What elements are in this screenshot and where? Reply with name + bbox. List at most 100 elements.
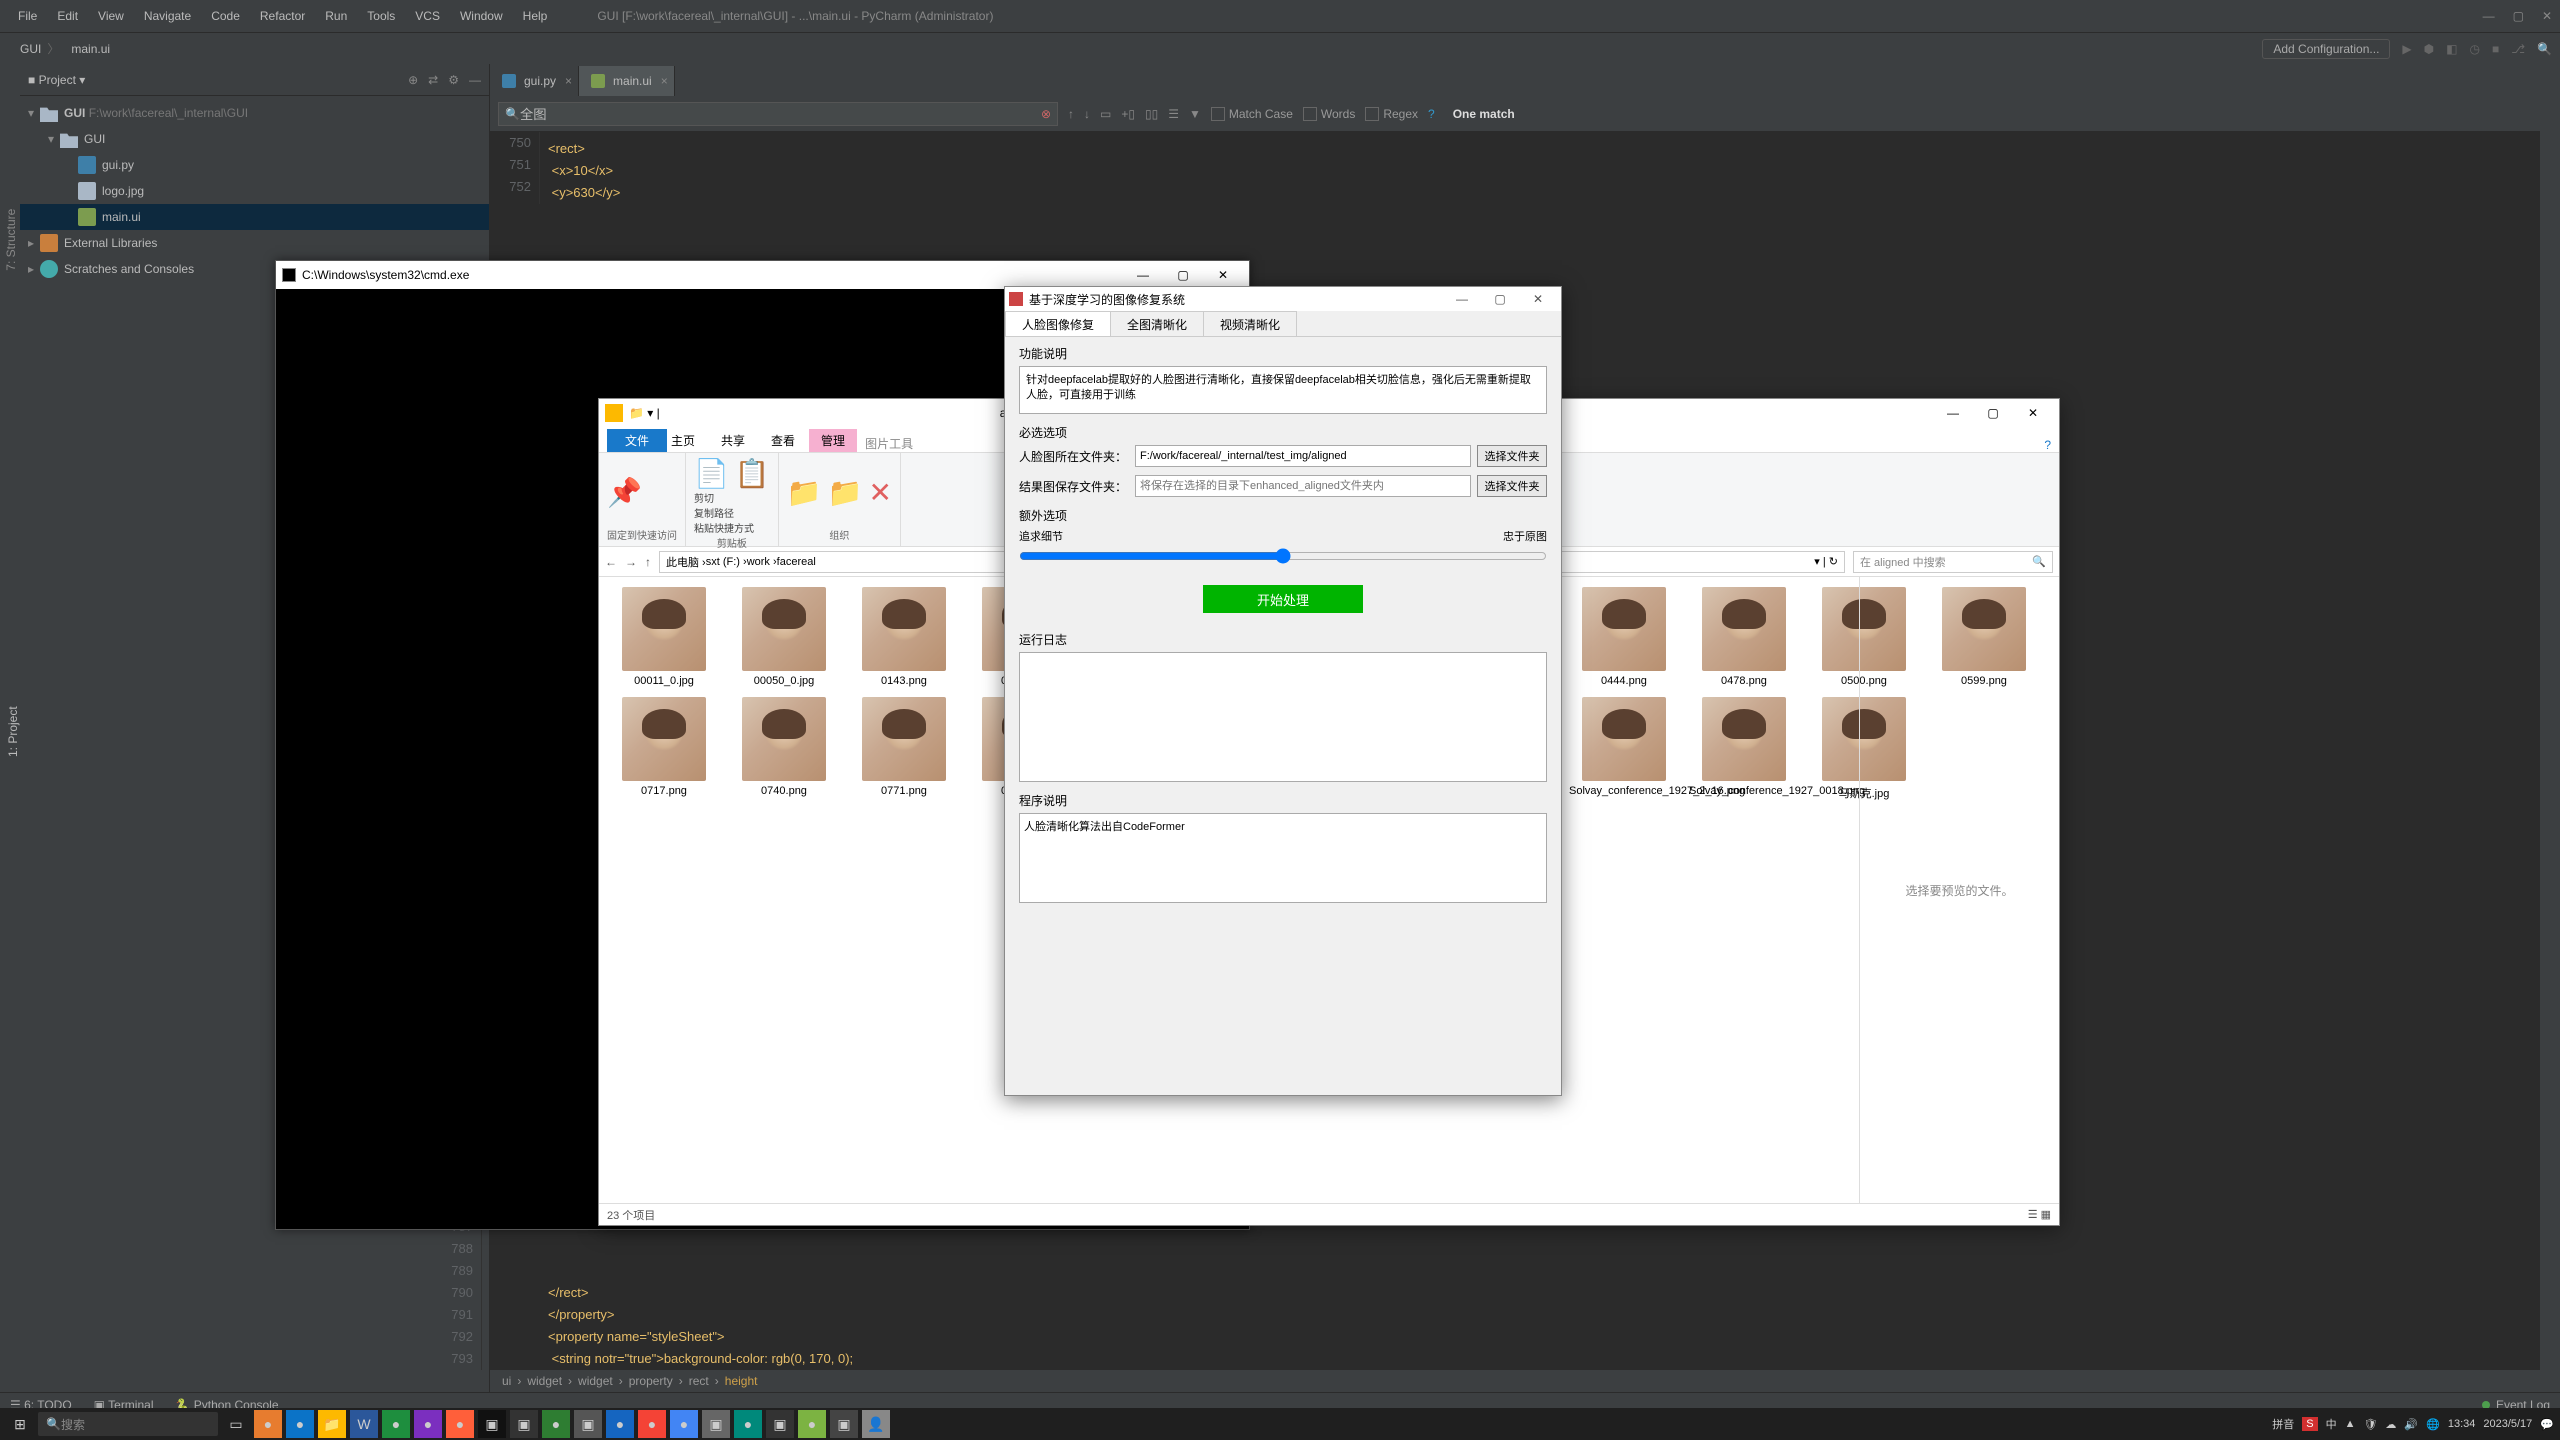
file-item[interactable]: 0444.png xyxy=(1569,587,1679,687)
file-item[interactable]: 0143.png xyxy=(849,587,959,687)
tray-time[interactable]: 13:34 xyxy=(2448,1418,2476,1430)
clear-icon[interactable]: ⊗ xyxy=(1041,107,1051,121)
minimize-icon[interactable]: — xyxy=(2483,9,2495,23)
project-tree[interactable]: ▾GUI F:\work\facereal\_internal\GUI ▾GUI… xyxy=(20,96,489,286)
prev-match-icon[interactable]: ↑ xyxy=(1068,107,1074,121)
search-icon[interactable]: 🔍 xyxy=(2537,42,2552,56)
hide-icon[interactable]: — xyxy=(469,73,481,87)
gear-icon[interactable]: ⚙ xyxy=(448,73,459,87)
menu-window[interactable]: Window xyxy=(450,9,513,23)
copyto-icon[interactable]: 📁 xyxy=(828,476,863,509)
taskbar-app[interactable]: ● xyxy=(254,1410,282,1438)
tray-icon[interactable]: 🌐 xyxy=(2426,1418,2440,1431)
debug-icon[interactable]: ⬢ xyxy=(2424,42,2434,56)
taskbar-app[interactable]: ● xyxy=(670,1410,698,1438)
ribbon-tab-share[interactable]: 共享 xyxy=(709,429,757,452)
cmd-close-icon[interactable]: ✕ xyxy=(1203,268,1243,282)
tab-full-sharpen[interactable]: 全图清晰化 xyxy=(1110,311,1204,336)
taskbar-app[interactable]: ● xyxy=(638,1410,666,1438)
tray-icon[interactable]: ☁ xyxy=(2385,1418,2396,1431)
vcs-icon[interactable]: ⎇ xyxy=(2511,42,2525,56)
menu-file[interactable]: File xyxy=(8,9,47,23)
taskbar-app[interactable]: ▣ xyxy=(510,1410,538,1438)
browse-input-button[interactable]: 选择文件夹 xyxy=(1477,445,1547,467)
start-button[interactable]: ⊞ xyxy=(6,1410,34,1438)
delete-icon[interactable]: ✕ xyxy=(869,476,892,509)
paste-icon[interactable]: 📋 xyxy=(735,457,770,490)
file-gui-py[interactable]: gui.py xyxy=(20,152,489,178)
fidelity-slider[interactable] xyxy=(1019,548,1547,564)
app-close-icon[interactable]: ✕ xyxy=(1519,292,1557,306)
app-dialog[interactable]: 基于深度学习的图像修复系统 — ▢ ✕ 人脸图像修复 全图清晰化 视频清晰化 功… xyxy=(1004,286,1562,1096)
tab-video-sharpen[interactable]: 视频清晰化 xyxy=(1203,311,1297,336)
system-tray[interactable]: 拼音 S 中 ▲ 🛡 ☁ 🔊 🌐 13:34 2023/5/17 💬 xyxy=(2272,1416,2554,1432)
menu-view[interactable]: View xyxy=(88,9,134,23)
menu-run[interactable]: Run xyxy=(315,9,357,23)
taskbar-app[interactable]: ● xyxy=(446,1410,474,1438)
run-icon[interactable]: ▶ xyxy=(2402,42,2411,56)
file-item[interactable]: Solvay_conference_1927_0018.png xyxy=(1689,697,1799,801)
moveto-icon[interactable]: 📁 xyxy=(787,476,822,509)
taskbar-app[interactable]: ● xyxy=(286,1410,314,1438)
tab-main-ui[interactable]: main.ui× xyxy=(579,66,675,96)
taskbar-app[interactable]: ▣ xyxy=(702,1410,730,1438)
tray-icon[interactable]: 🔊 xyxy=(2404,1418,2418,1431)
file-item[interactable]: 0717.png xyxy=(609,697,719,801)
menu-refactor[interactable]: Refactor xyxy=(250,9,315,23)
stop-icon[interactable]: ■ xyxy=(2492,42,2499,56)
tab-gui-py[interactable]: gui.py× xyxy=(490,66,579,96)
editor-breadcrumb[interactable]: ui› widget› widget› property› rect› heig… xyxy=(490,1370,2560,1392)
taskbar-app[interactable]: ● xyxy=(798,1410,826,1438)
taskbar-app[interactable]: 👤 xyxy=(862,1410,890,1438)
toggle-icon[interactable]: ▯▯ xyxy=(1145,107,1158,121)
app-maximize-icon[interactable]: ▢ xyxy=(1481,292,1519,306)
input-folder-field[interactable] xyxy=(1135,445,1471,467)
exp-minimize-icon[interactable]: — xyxy=(1933,406,1973,420)
add-selection-icon[interactable]: +▯ xyxy=(1121,107,1135,121)
explorer-search[interactable]: 在 aligned 中搜索🔍 xyxy=(1853,551,2053,573)
ribbon-tab-view[interactable]: 查看 xyxy=(759,429,807,452)
structure-tool-button[interactable]: 7: Structure xyxy=(2,200,20,279)
collapse-icon[interactable]: ⇄ xyxy=(428,73,438,87)
file-item[interactable]: 00050_0.jpg xyxy=(729,587,839,687)
tab-face-restore[interactable]: 人脸图像修复 xyxy=(1005,311,1111,336)
menu-vcs[interactable]: VCS xyxy=(405,9,450,23)
task-view-icon[interactable]: ▭ xyxy=(222,1410,250,1438)
taskbar-app[interactable]: ● xyxy=(414,1410,442,1438)
back-icon[interactable]: ← xyxy=(605,555,617,569)
tray-icon[interactable]: 🛡 xyxy=(2363,1418,2377,1431)
code-editor[interactable]: 750751752 <rect> <x>10</x> <y>630</y> xyxy=(490,132,2560,204)
app-minimize-icon[interactable]: — xyxy=(1443,292,1481,306)
nav-project[interactable]: GUI xyxy=(8,42,47,56)
file-item[interactable]: 00011_0.jpg xyxy=(609,587,719,687)
forward-icon[interactable]: → xyxy=(625,555,637,569)
menu-edit[interactable]: Edit xyxy=(47,9,88,23)
menu-help[interactable]: Help xyxy=(513,9,558,23)
maximize-icon[interactable]: ▢ xyxy=(2513,9,2524,23)
select-all-icon[interactable]: ▭ xyxy=(1100,107,1111,121)
cmd-minimize-icon[interactable]: — xyxy=(1123,268,1163,282)
file-item[interactable]: Solvay_conference_1927_2_16.png xyxy=(1569,697,1679,801)
locate-icon[interactable]: ⊕ xyxy=(408,73,418,87)
add-configuration-button[interactable]: Add Configuration... xyxy=(2262,39,2390,59)
ime-icon[interactable]: S xyxy=(2302,1417,2317,1431)
file-logo-jpg[interactable]: logo.jpg xyxy=(20,178,489,204)
taskbar-app[interactable]: W xyxy=(350,1410,378,1438)
cmd-maximize-icon[interactable]: ▢ xyxy=(1163,268,1203,282)
nav-file[interactable]: main.ui xyxy=(59,42,116,56)
close-tab-icon[interactable]: × xyxy=(661,74,668,88)
file-main-ui[interactable]: main.ui xyxy=(20,204,489,230)
ribbon-help-icon[interactable]: ? xyxy=(2044,438,2051,452)
taskbar-search[interactable]: 🔍 搜索 xyxy=(38,1412,218,1436)
ribbon-tab-manage[interactable]: 管理 xyxy=(809,429,857,452)
taskbar-app[interactable]: ● xyxy=(734,1410,762,1438)
ime-icon[interactable]: 中 xyxy=(2326,1416,2337,1432)
menu-code[interactable]: Code xyxy=(201,9,250,23)
start-button[interactable]: 开始处理 xyxy=(1203,585,1363,613)
profile-icon[interactable]: ◷ xyxy=(2469,42,2479,56)
taskbar-app[interactable]: ● xyxy=(606,1410,634,1438)
file-item[interactable]: 0740.png xyxy=(729,697,839,801)
taskbar-app[interactable]: 📁 xyxy=(318,1410,346,1438)
next-match-icon[interactable]: ↓ xyxy=(1084,107,1090,121)
external-libraries[interactable]: ▸External Libraries xyxy=(20,230,489,256)
